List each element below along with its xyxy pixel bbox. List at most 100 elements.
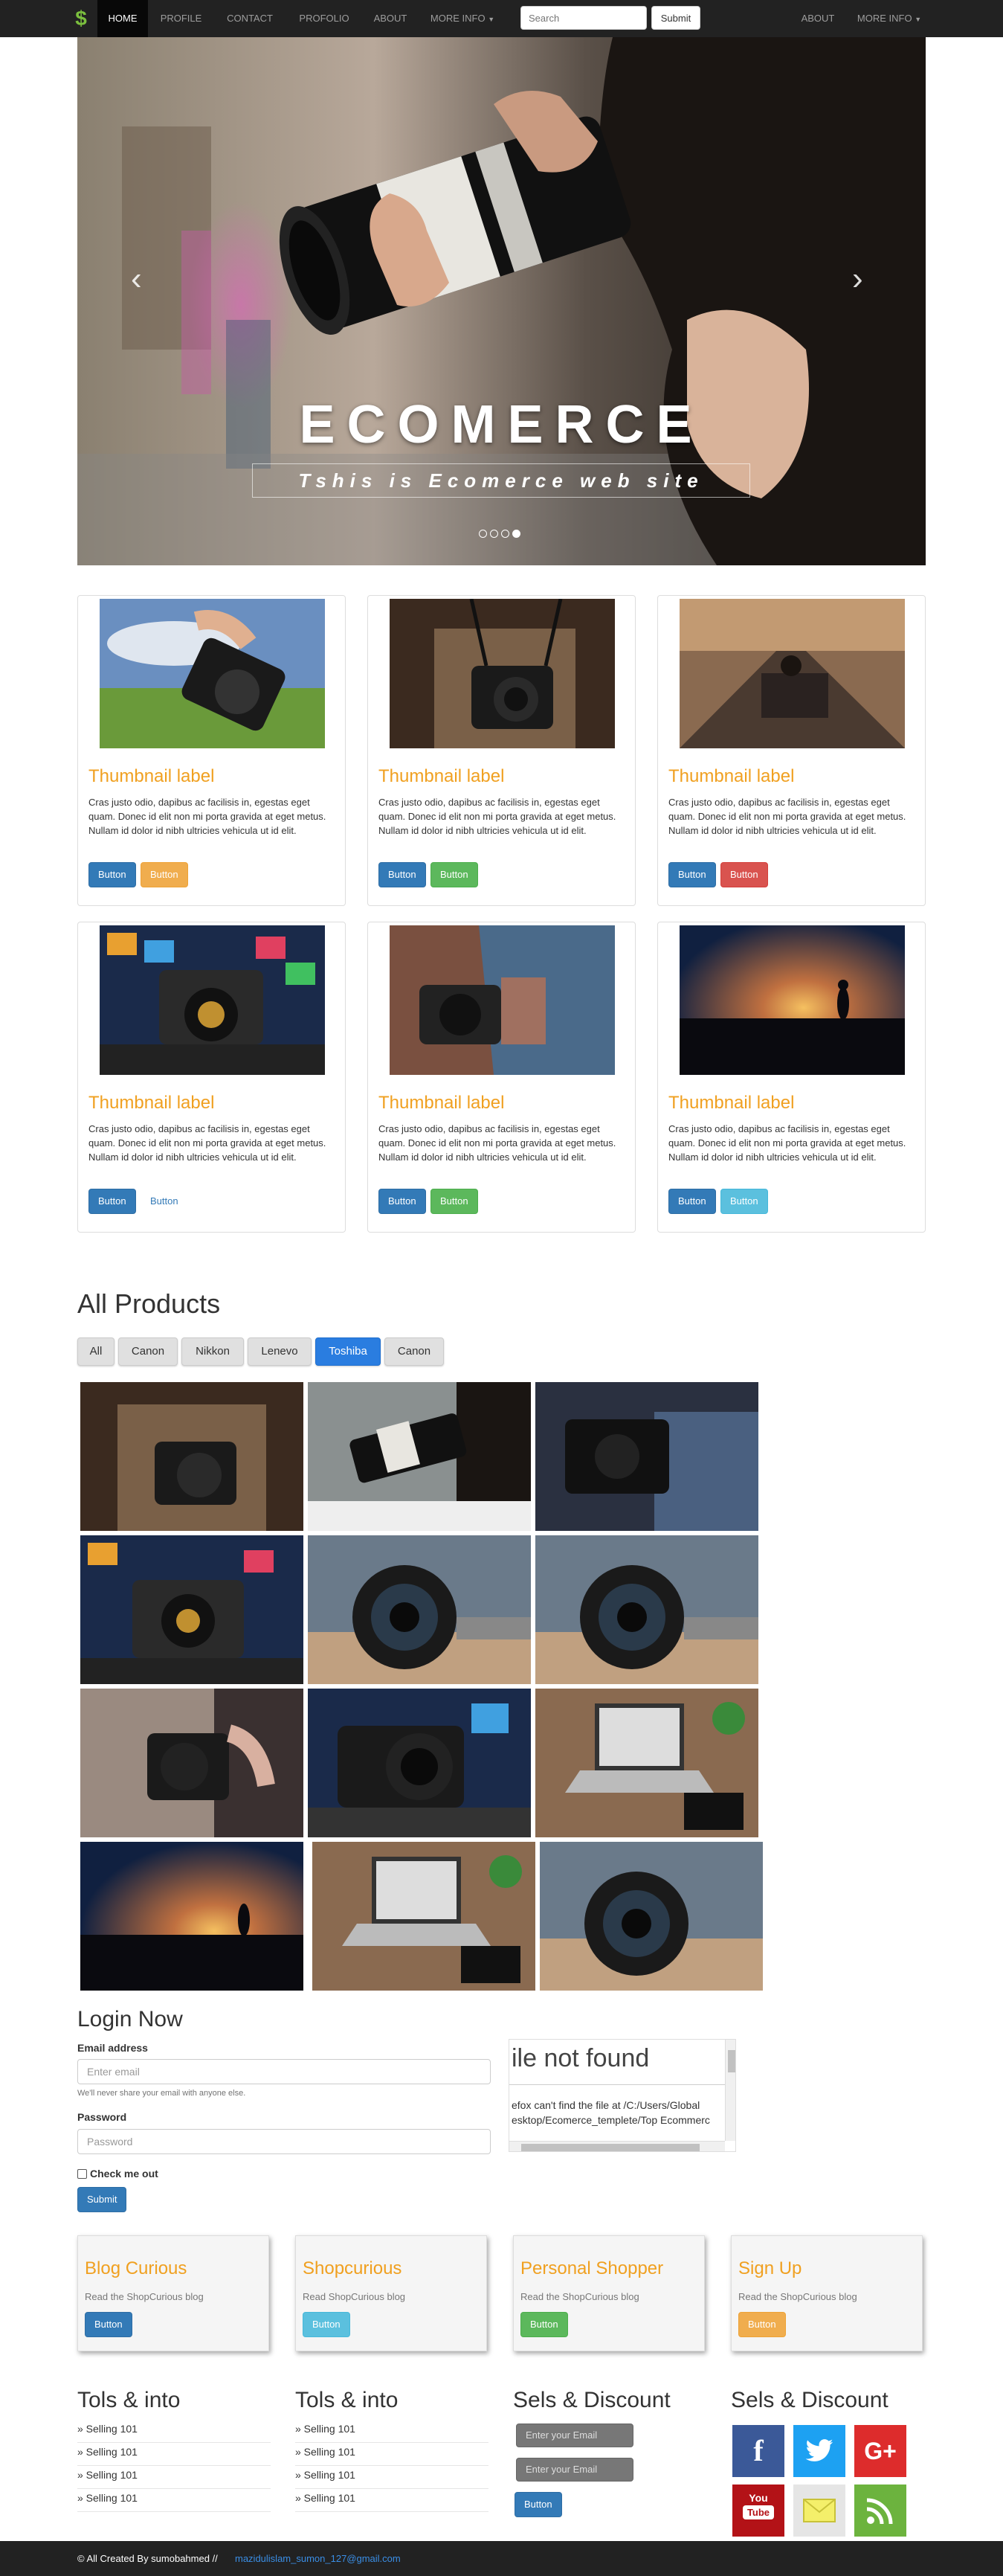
footer-link[interactable]: » Selling 101 — [77, 2442, 271, 2466]
filter-lenevo[interactable]: Lenevo — [248, 1337, 312, 1366]
password-field[interactable]: Password — [77, 2129, 491, 2154]
product-image[interactable] — [308, 1689, 531, 1837]
nav-home[interactable]: HOME — [97, 0, 148, 37]
card-button[interactable]: Button — [85, 2312, 132, 2337]
embed-vscrollbar[interactable] — [725, 2040, 735, 2141]
card-text: Read the ShopCurious blog — [85, 2291, 204, 2302]
product-image[interactable] — [312, 1842, 535, 1991]
filter-all[interactable]: All — [77, 1337, 115, 1366]
embedded-frame: ile not found efox can't find the file a… — [509, 2039, 736, 2152]
login-submit-button[interactable]: Submit — [77, 2187, 127, 2212]
thumbnail-button-primary[interactable]: Button — [668, 1189, 716, 1214]
youtube-text-box: Tube — [743, 2505, 774, 2519]
carousel-indicator-3[interactable] — [501, 530, 509, 538]
filter-canon-2[interactable]: Canon — [384, 1337, 444, 1366]
product-image[interactable] — [80, 1535, 303, 1684]
filter-toshiba[interactable]: Toshiba — [315, 1337, 381, 1366]
nav-contact[interactable]: CONTACT — [214, 0, 286, 37]
product-image[interactable] — [535, 1535, 758, 1684]
carousel-indicator-1[interactable] — [479, 530, 487, 538]
nav-right-about[interactable]: ABOUT — [791, 0, 845, 37]
nav-profolio[interactable]: PROFOLIO — [286, 0, 363, 37]
promo-card: Shopcurious Read ShopCurious blog Button — [295, 2235, 487, 2351]
embed-hscrollbar[interactable] — [509, 2141, 725, 2151]
thumbnail-button-primary[interactable]: Button — [88, 862, 136, 887]
card-text: Read the ShopCurious blog — [738, 2291, 857, 2302]
author-email-link[interactable]: mazidulislam_sumon_127@gmail.com — [235, 2553, 401, 2564]
newsletter-email-field[interactable]: Enter your Email — [516, 2424, 633, 2447]
email-field[interactable]: Enter email — [77, 2059, 491, 2084]
thumbnail-text: Cras justo odio, dapibus ac facilisis in… — [378, 797, 616, 836]
filter-canon[interactable]: Canon — [118, 1337, 178, 1366]
thumbnail-button-info[interactable]: Button — [720, 1189, 768, 1214]
thumbnail-button-success[interactable]: Button — [430, 1189, 478, 1214]
thumbnail-image — [680, 599, 905, 748]
card-text: Read ShopCurious blog — [303, 2291, 406, 2302]
nav-profile[interactable]: PROFILE — [148, 0, 214, 37]
thumbnail-button-link[interactable]: Button — [141, 1189, 188, 1214]
footer-link[interactable]: » Selling 101 — [295, 2419, 488, 2443]
thumbnail-button-danger[interactable]: Button — [720, 862, 768, 887]
carousel-next[interactable]: › — [852, 260, 863, 298]
carousel-indicator-4[interactable] — [512, 530, 520, 538]
scroll-thumb[interactable] — [521, 2144, 700, 2151]
card-button[interactable]: Button — [303, 2312, 350, 2337]
product-image[interactable] — [80, 1842, 303, 1991]
product-image[interactable] — [308, 1535, 531, 1684]
email-help: We'll never share your email with anyone… — [77, 2089, 246, 2098]
carousel-indicator-2[interactable] — [490, 530, 498, 538]
product-image[interactable] — [80, 1382, 303, 1531]
thumbnail-button-success[interactable]: Button — [430, 862, 478, 887]
footer-link[interactable]: » Selling 101 — [295, 2442, 488, 2466]
thumbnail-card: Thumbnail label Cras justo odio, dapibus… — [657, 922, 926, 1233]
thumbnail-button-primary[interactable]: Button — [88, 1189, 136, 1214]
card-button[interactable]: Button — [520, 2312, 568, 2337]
nav-more-info[interactable]: MORE INFO ▼ — [418, 0, 507, 37]
thumbnail-image — [390, 599, 615, 748]
newsletter-button[interactable]: Button — [515, 2492, 562, 2517]
thumbnail-button-primary[interactable]: Button — [378, 862, 426, 887]
scroll-thumb[interactable] — [728, 2050, 735, 2072]
thumbnail-button-warning[interactable]: Button — [141, 862, 188, 887]
footer-link[interactable]: » Selling 101 — [77, 2465, 271, 2489]
navbar: $ HOME PROFILE CONTACT PROFOLIO ABOUT MO… — [0, 0, 1003, 37]
card-title: Blog Curious — [85, 2258, 187, 2278]
hero-carousel: ‹ › ECOMERCE Tshis is Ecomerce web site — [77, 37, 926, 565]
promo-card: Sign Up Read the ShopCurious blog Button — [731, 2235, 923, 2351]
mail-icon[interactable] — [793, 2485, 845, 2537]
footer-link[interactable]: » Selling 101 — [295, 2488, 488, 2512]
search-input[interactable] — [520, 6, 647, 30]
google-plus-icon[interactable]: G+ — [854, 2425, 906, 2477]
footer-link[interactable]: » Selling 101 — [295, 2465, 488, 2489]
chevron-left-icon: ‹ — [131, 260, 142, 297]
facebook-icon[interactable]: f — [732, 2425, 784, 2477]
embed-divider — [509, 2084, 725, 2085]
footer-col1-heading: Tols & into — [77, 2388, 181, 2412]
product-image[interactable] — [535, 1689, 758, 1837]
rss-icon[interactable] — [854, 2485, 906, 2537]
twitter-icon[interactable] — [793, 2425, 845, 2477]
nav-about[interactable]: ABOUT — [363, 0, 418, 37]
products-heading: All Products — [77, 1288, 221, 1319]
thumbnail-image — [680, 925, 905, 1075]
promo-card: Personal Shopper Read the ShopCurious bl… — [513, 2235, 705, 2351]
youtube-icon[interactable]: You Tube — [732, 2485, 784, 2537]
carousel-prev[interactable]: ‹ — [131, 260, 142, 298]
footer-link[interactable]: » Selling 101 — [77, 2488, 271, 2512]
product-image[interactable] — [535, 1382, 758, 1531]
nav-right-more-info[interactable]: MORE INFO ▼ — [845, 0, 934, 37]
product-image[interactable] — [80, 1689, 303, 1837]
thumbnail-image — [390, 925, 615, 1075]
product-image[interactable] — [540, 1842, 763, 1991]
newsletter-email-field-2[interactable]: Enter your Email — [516, 2458, 633, 2482]
dollar-logo-icon[interactable]: $ — [73, 7, 89, 30]
twitter-bird-icon — [805, 2439, 833, 2461]
footer-link[interactable]: » Selling 101 — [77, 2419, 271, 2443]
thumbnail-button-primary[interactable]: Button — [668, 862, 716, 887]
nav-submit-button[interactable]: Submit — [651, 6, 700, 30]
filter-nikkon[interactable]: Nikkon — [181, 1337, 244, 1366]
check-me-out-checkbox[interactable] — [77, 2169, 87, 2179]
thumbnail-button-primary[interactable]: Button — [378, 1189, 426, 1214]
card-button[interactable]: Button — [738, 2312, 786, 2337]
product-image[interactable] — [308, 1382, 531, 1531]
